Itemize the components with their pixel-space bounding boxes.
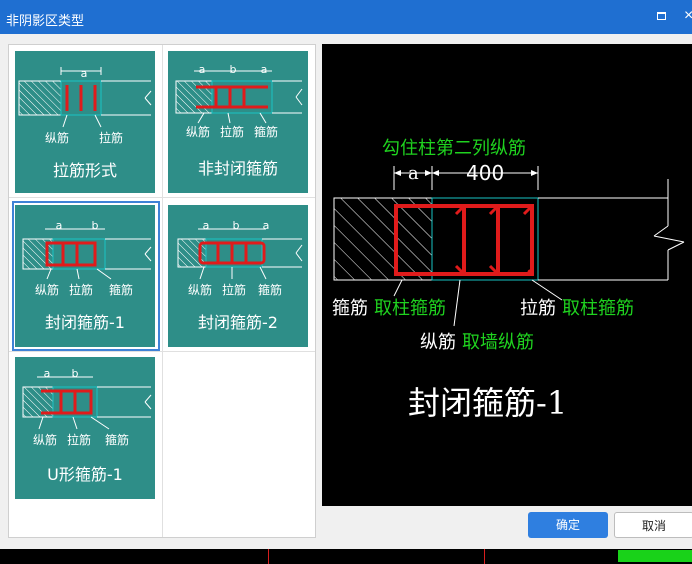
option-tile-closed-stirrup-1[interactable]: a b 纵筋 拉筋 箍筋 封闭箍筋-1: [15, 205, 155, 347]
dim-a-label: a: [408, 163, 419, 184]
stirrup-label: 箍筋: [332, 298, 368, 319]
dim-label: b: [71, 367, 79, 380]
option-tile-open-stirrup[interactable]: a b a 纵筋 拉筋 箍筋 非封闭箍筋: [168, 51, 308, 193]
ok-button[interactable]: 确定: [528, 512, 608, 538]
preview-panel: 勾住柱第二列纵筋 a 400 箍筋 取柱箍筋 拉筋 取柱箍筋 纵筋 取墙纵筋 封…: [322, 44, 692, 506]
option-tile-u-stirrup-1[interactable]: a b 纵筋 拉筋 箍筋 U形箍筋-1: [15, 357, 155, 499]
close-icon[interactable]: ×: [684, 8, 692, 24]
dim-value: 400: [466, 161, 505, 185]
canvas-line: [484, 549, 485, 564]
dim-label: a: [262, 219, 270, 232]
stirrup-value: 取柱箍筋: [374, 298, 446, 319]
top-note: 勾住柱第二列纵筋: [382, 138, 526, 159]
tile-label-stirrup: 箍筋: [257, 283, 282, 297]
tile-name: 封闭箍筋-1: [45, 313, 125, 332]
longitudinal-label: 纵筋: [420, 332, 456, 353]
tile-name: 非封闭箍筋: [197, 159, 278, 178]
canvas-green-block: [618, 550, 692, 562]
tile-label-stirrup: 箍筋: [253, 125, 278, 139]
dialog-body: a 纵筋 拉筋 拉筋形式 a b a 纵筋 拉筋 箍筋 非封闭箍筋 a b 纵筋…: [0, 34, 692, 549]
tile-name: 拉筋形式: [52, 161, 117, 180]
maximize-icon[interactable]: [657, 12, 666, 20]
tile-name: U形箍筋-1: [47, 465, 123, 484]
tie-label: 拉筋: [520, 298, 556, 319]
title-bar: 非阴影区类型 ×: [0, 0, 692, 34]
gallery-divider: [9, 351, 315, 352]
window-title: 非阴影区类型: [6, 13, 85, 28]
option-tile-closed-stirrup-2[interactable]: a b a 纵筋 拉筋 箍筋 封闭箍筋-2: [168, 205, 308, 347]
canvas-line: [268, 549, 269, 564]
longitudinal-value: 取墙纵筋: [462, 332, 534, 353]
preview-title: 封闭箍筋-1: [408, 384, 568, 422]
tie-value: 取柱箍筋: [562, 298, 634, 319]
background-canvas-strip: [0, 549, 692, 564]
tile-name: 封闭箍筋-2: [198, 313, 278, 332]
tile-label-stirrup: 箍筋: [104, 433, 129, 447]
dim-label: a: [260, 63, 268, 76]
gallery-divider: [9, 197, 315, 198]
option-gallery: a 纵筋 拉筋 拉筋形式 a b a 纵筋 拉筋 箍筋 非封闭箍筋 a b 纵筋…: [8, 44, 316, 538]
preview-drawing: [333, 166, 685, 327]
cancel-button[interactable]: 取消: [614, 512, 692, 538]
